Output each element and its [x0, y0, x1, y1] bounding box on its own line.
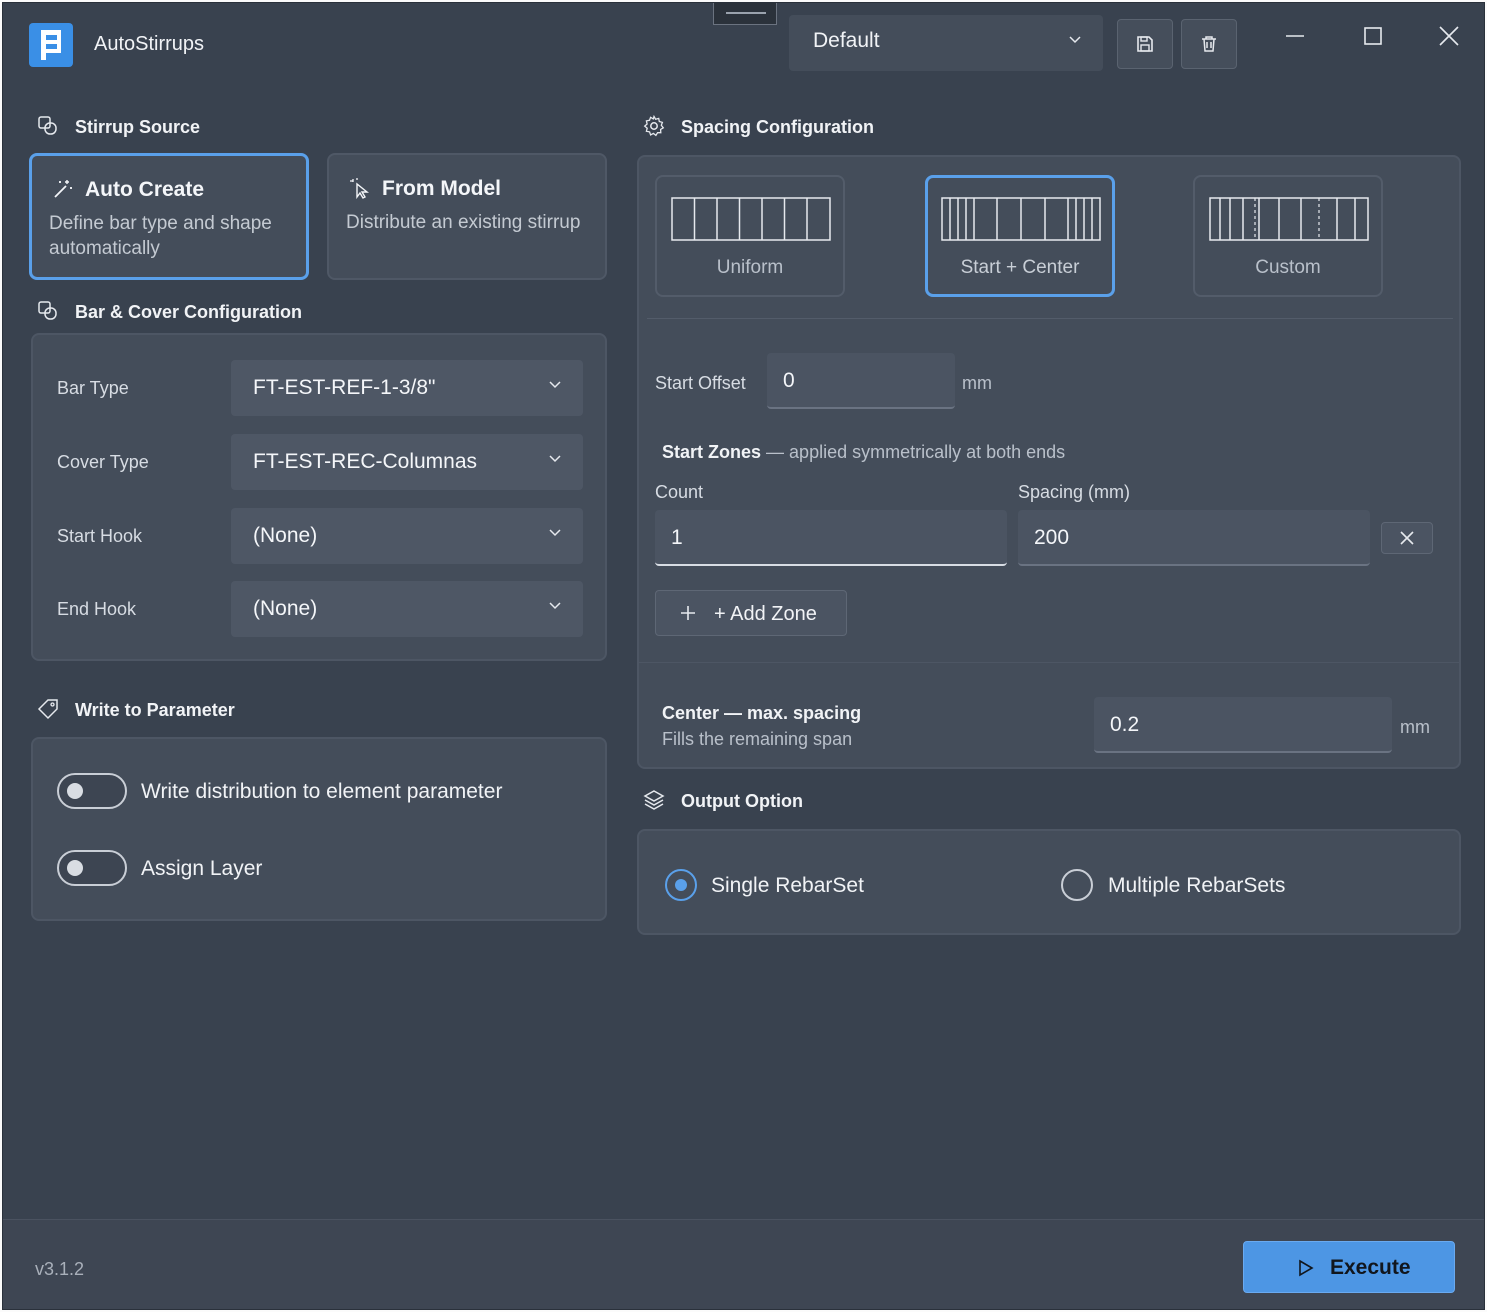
- version-label: v3.1.2: [35, 1259, 85, 1279]
- app-title: AutoStirrups: [94, 33, 205, 55]
- profile-select-value: Default: [813, 29, 880, 52]
- divider: [647, 318, 1453, 319]
- cover-type-value: FT-EST-REC-Columnas: [253, 450, 478, 473]
- single-rebarset-radio[interactable]: [665, 869, 697, 901]
- chevron-down-icon: [549, 455, 561, 463]
- execute-label: Execute: [1330, 1256, 1411, 1279]
- uniform-spacing-icon: [671, 197, 831, 241]
- write-distribution-toggle[interactable]: [57, 773, 127, 809]
- bar-type-value: FT-EST-REF-1-3/8": [253, 376, 436, 399]
- chevron-down-icon: [549, 381, 561, 389]
- bar-type-label: Bar Type: [57, 378, 129, 398]
- mode-uniform-card[interactable]: Uniform: [655, 175, 845, 297]
- multiple-rebarsets-label: Multiple RebarSets: [1108, 874, 1286, 897]
- minimize-icon: [1286, 35, 1304, 37]
- chevron-down-icon: [1069, 36, 1081, 44]
- source-option-desc: Define bar type and shape automatically: [49, 213, 272, 259]
- mode-label: Uniform: [716, 257, 784, 278]
- layers-icon: [643, 790, 665, 810]
- start-offset-unit: mm: [962, 373, 992, 393]
- chevron-down-icon: [549, 529, 561, 537]
- divider: [639, 662, 1459, 663]
- bar-type-select[interactable]: FT-EST-REF-1-3/8": [231, 360, 583, 416]
- zone-spacing-input[interactable]: 200: [1018, 510, 1370, 566]
- zone-count-input[interactable]: 1: [655, 510, 1007, 566]
- trash-icon: [1202, 36, 1216, 52]
- end-hook-select[interactable]: (None): [231, 581, 583, 637]
- source-from-model-card[interactable]: From Model Distribute an existing stirru…: [327, 153, 607, 280]
- custom-spacing-icon: [1209, 197, 1369, 241]
- center-spacing-unit: mm: [1400, 717, 1430, 737]
- start-zones-note: — applied symmetrically at both ends: [766, 442, 1066, 462]
- app-logo-icon: [29, 23, 73, 67]
- multiple-rebarsets-radio[interactable]: [1061, 869, 1093, 901]
- center-desc: Fills the remaining span: [662, 729, 853, 749]
- source-option-desc: Distribute an existing stirrup: [346, 212, 581, 233]
- spacing-panel: Uniform Start + Center Custom Start Offs…: [637, 155, 1461, 769]
- assign-layer-toggle[interactable]: [57, 850, 127, 886]
- stirrup-source-title: Stirrup Source: [75, 117, 201, 137]
- plus-icon: [681, 606, 695, 620]
- close-icon: [1400, 531, 1414, 545]
- shapes-icon: [38, 301, 57, 320]
- close-icon: [1439, 26, 1459, 46]
- maximize-icon: [1364, 27, 1382, 45]
- mode-custom-card[interactable]: Custom: [1193, 175, 1383, 297]
- start-center-spacing-icon: [941, 197, 1101, 241]
- source-option-title: Auto Create: [85, 178, 205, 201]
- write-param-panel: Write distribution to element parameter …: [31, 737, 607, 921]
- magic-wand-icon: [54, 180, 72, 198]
- bar-cover-title: Bar & Cover Configuration: [75, 302, 303, 322]
- chevron-down-icon: [549, 602, 561, 610]
- add-zone-button[interactable]: + Add Zone: [655, 590, 847, 636]
- source-auto-create-card[interactable]: Auto Create Define bar type and shape au…: [29, 153, 309, 280]
- start-zones-header: Start Zones — applied symmetrically at b…: [662, 442, 1065, 463]
- maximize-button[interactable]: [1343, 11, 1403, 61]
- mode-label: Start + Center: [960, 257, 1080, 278]
- mode-label: Custom: [1255, 257, 1321, 278]
- start-hook-select[interactable]: (None): [231, 508, 583, 564]
- pointer-select-icon: [350, 178, 369, 199]
- tag-icon: [37, 699, 58, 720]
- center-title: Center — max. spacing: [662, 703, 862, 723]
- center-spacing-input[interactable]: 0.2: [1094, 697, 1392, 753]
- gear-icon: [643, 115, 665, 137]
- start-hook-label: Start Hook: [57, 526, 143, 546]
- start-hook-value: (None): [253, 524, 318, 547]
- spacing-title: Spacing Configuration: [681, 117, 874, 137]
- source-option-title: From Model: [382, 177, 501, 200]
- start-offset-input[interactable]: 0: [767, 353, 955, 409]
- add-zone-label: + Add Zone: [714, 603, 817, 625]
- mode-start-center-card[interactable]: Start + Center: [925, 175, 1115, 297]
- output-title: Output Option: [681, 791, 803, 811]
- save-profile-button[interactable]: [1117, 19, 1173, 69]
- save-icon: [1137, 36, 1153, 52]
- start-zones-title: Start Zones: [662, 442, 762, 462]
- write-distribution-label: Write distribution to element parameter: [141, 780, 503, 803]
- spacing-mm-label: Spacing (mm): [1018, 482, 1131, 502]
- assign-layer-label: Assign Layer: [141, 857, 263, 880]
- shapes-icon: [38, 116, 57, 135]
- output-panel: Single RebarSet Multiple RebarSets: [637, 829, 1461, 935]
- end-hook-label: End Hook: [57, 599, 137, 619]
- close-window-button[interactable]: [1419, 11, 1479, 61]
- titlebar-grip[interactable]: [713, 3, 777, 25]
- bar-cover-panel: Bar Type FT-EST-REF-1-3/8" Cover Type FT…: [31, 333, 607, 661]
- remove-zone-button[interactable]: [1381, 522, 1433, 554]
- execute-button[interactable]: Execute: [1243, 1241, 1455, 1293]
- cover-type-label: Cover Type: [57, 452, 149, 472]
- start-offset-label: Start Offset: [655, 373, 746, 393]
- write-param-title: Write to Parameter: [75, 700, 235, 720]
- play-icon: [1299, 1259, 1314, 1277]
- app-window: AutoStirrups Default Stirrup Source Auto…: [2, 2, 1485, 1310]
- profile-select[interactable]: Default: [789, 15, 1103, 71]
- end-hook-value: (None): [253, 597, 318, 620]
- minimize-button[interactable]: [1265, 11, 1325, 61]
- single-rebarset-label: Single RebarSet: [711, 874, 864, 897]
- delete-profile-button[interactable]: [1181, 19, 1237, 69]
- cover-type-select[interactable]: FT-EST-REC-Columnas: [231, 434, 583, 490]
- count-label: Count: [655, 482, 704, 502]
